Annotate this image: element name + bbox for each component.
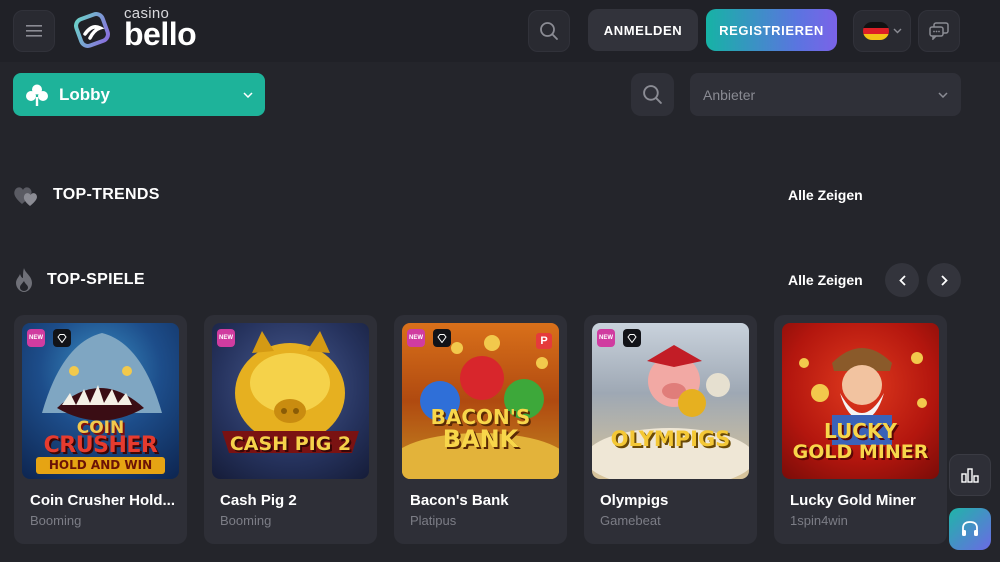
game-name: Bacon's Bank: [410, 492, 509, 509]
language-selector[interactable]: [853, 10, 911, 52]
top-games-header: TOP-SPIELE Alle Zeigen: [13, 260, 961, 300]
game-card[interactable]: LUCKY GOLD MINER Lucky Gold Miner 1spin4…: [774, 315, 947, 544]
clover-icon: [26, 84, 48, 106]
section-title: TOP-TRENDS: [53, 186, 160, 203]
provider-dropdown[interactable]: Anbieter: [690, 73, 961, 116]
headset-icon: [962, 521, 978, 536]
game-search-button[interactable]: [631, 73, 674, 116]
game-name: Lucky Gold Miner: [790, 492, 916, 509]
carousel-next-button[interactable]: [927, 263, 961, 297]
chevron-right-icon: [940, 274, 948, 286]
game-art-title: BANK: [442, 425, 519, 453]
game-card[interactable]: NEW COIN CRUSHER HOLD AND WIN Coin Crush…: [14, 315, 187, 544]
top-trends-header: TOP-TRENDS Alle Zeigen: [13, 175, 961, 215]
game-thumbnail[interactable]: NEW CASH PIG 2: [212, 323, 369, 479]
german-flag-icon: [862, 22, 889, 40]
chat-icon: [929, 22, 949, 40]
carousel-prev-button[interactable]: [885, 263, 919, 297]
section-title: TOP-SPIELE: [47, 271, 145, 288]
new-badge: NEW: [597, 329, 615, 347]
diamond-badge-icon: [623, 329, 641, 347]
provider-placeholder: Anbieter: [703, 86, 756, 103]
game-art-subtitle: HOLD AND WIN: [36, 457, 165, 474]
logo-bello-text: bello: [124, 16, 197, 52]
bar-chart-icon: [961, 468, 979, 483]
chat-button[interactable]: [918, 10, 960, 52]
chevron-down-icon: [243, 91, 253, 98]
stats-button[interactable]: [949, 454, 991, 496]
game-art-title: LUCKY: [824, 419, 897, 443]
hearts-icon: [14, 187, 37, 206]
header-search-button[interactable]: [528, 10, 570, 52]
search-icon: [643, 85, 662, 104]
top-bar: casino bello ANMELDEN REGISTRIEREN: [0, 0, 1000, 62]
game-art-title: GOLD MINER: [792, 441, 929, 463]
diamond-badge-icon: [53, 329, 71, 347]
game-thumbnail[interactable]: NEW P BACON'S BANK: [402, 323, 559, 479]
game-card[interactable]: NEW CASH PIG 2 Cash Pig 2 Booming: [204, 315, 377, 544]
category-label: Lobby: [59, 84, 110, 104]
games-show-all-link[interactable]: Alle Zeigen: [788, 272, 863, 288]
provider-badge: P: [536, 333, 552, 349]
category-dropdown[interactable]: Lobby: [13, 73, 265, 116]
olympig-art-icon: [592, 345, 749, 479]
game-thumbnail[interactable]: NEW COIN CRUSHER HOLD AND WIN: [22, 323, 179, 479]
chevron-down-icon: [893, 28, 901, 34]
new-badge: NEW: [407, 329, 425, 347]
game-art-title: CRUSHER: [43, 433, 158, 458]
support-button[interactable]: [949, 508, 991, 550]
logo-mark-icon: [74, 12, 110, 48]
game-name: Cash Pig 2: [220, 492, 297, 509]
flame-icon: [16, 268, 32, 292]
game-provider: Booming: [30, 513, 82, 528]
new-badge: NEW: [217, 329, 235, 347]
chevron-down-icon: [938, 91, 948, 98]
game-name: Coin Crusher Hold...: [30, 492, 176, 509]
game-thumbnail[interactable]: NEW OLYMPIGS: [592, 323, 749, 479]
register-button[interactable]: REGISTRIEREN: [706, 9, 837, 51]
game-card[interactable]: NEW OLYMPIGS Olympigs Gamebeat: [584, 315, 757, 544]
search-icon: [540, 22, 558, 40]
golden-pig-art-icon: [222, 331, 359, 453]
trends-show-all-link[interactable]: Alle Zeigen: [788, 187, 863, 203]
game-thumbnail[interactable]: LUCKY GOLD MINER: [782, 323, 939, 479]
new-badge: NEW: [27, 329, 45, 347]
game-art-title: OLYMPIGS: [610, 427, 731, 451]
diamond-badge-icon: [433, 329, 451, 347]
game-card[interactable]: NEW P BACON'S BANK Bacon's Bank Platipus: [394, 315, 567, 544]
game-name: Olympigs: [600, 492, 669, 509]
game-art-title: CASH PIG 2: [229, 433, 352, 455]
menu-button[interactable]: [13, 10, 55, 52]
casino-logo[interactable]: [72, 8, 120, 54]
hamburger-icon: [26, 25, 42, 37]
game-provider: Gamebeat: [600, 513, 661, 528]
chevron-left-icon: [898, 274, 906, 286]
game-provider: Booming: [220, 513, 272, 528]
game-provider: Platipus: [410, 513, 457, 528]
login-button[interactable]: ANMELDEN: [588, 9, 698, 51]
game-provider: 1spin4win: [790, 513, 848, 528]
